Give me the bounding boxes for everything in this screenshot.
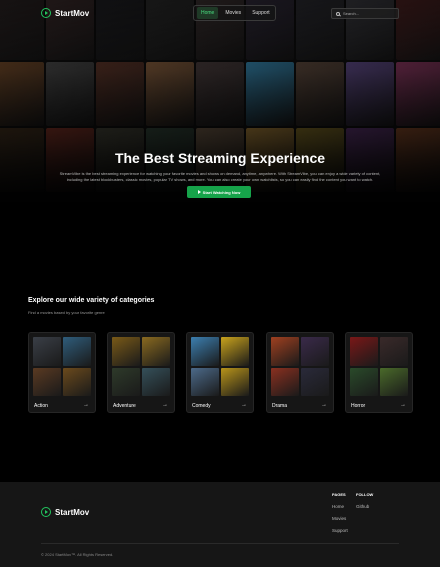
category-card-drama[interactable]: Drama → [266,332,334,413]
thumbnail [350,367,378,396]
search-input[interactable]: Search... [331,8,399,19]
footer-logo[interactable]: StartMov [41,507,89,517]
category-thumbnails [271,337,329,396]
nav-link-support[interactable]: Support [248,7,274,19]
nav-link-movies[interactable]: Movies [221,7,245,19]
footer-link-support[interactable]: Support [332,528,348,533]
category-thumbnails [350,337,408,396]
thumbnail [112,337,140,366]
thumbnail [221,337,249,366]
category-card-adventure[interactable]: Adventure → [107,332,175,413]
footer-link-movies[interactable]: Movies [332,516,346,521]
category-thumbnails [112,337,170,396]
thumbnail [142,337,170,366]
search-placeholder: Search... [343,11,360,16]
hero-title: The Best Streaming Experience [114,150,326,166]
thumbnail [380,337,408,366]
footer-link-github[interactable]: Github [356,504,369,509]
category-label: Adventure [113,403,136,409]
brand-name: StartMov [55,8,90,18]
play-icon [197,190,201,194]
thumbnail [301,337,329,366]
brand-name: StartMov [55,507,90,517]
category-card-horror[interactable]: Horror → [345,332,413,413]
thumbnail [221,367,249,396]
search-icon [336,11,340,16]
category-label: Horror [351,403,366,409]
category-label: Comedy [192,403,211,409]
category-label: Drama [272,403,288,409]
thumbnail [271,367,299,396]
hero: StartMov Home Movies Support Search... T… [0,0,440,202]
category-label: Action [34,403,48,409]
navbar: StartMov Home Movies Support Search... [0,0,440,27]
thumbnail [33,337,61,366]
arrow-right-icon: → [241,402,247,408]
nav-link-home[interactable]: Home [197,7,219,19]
categories-title: Explore our wide variety of categories [28,297,155,304]
footer-link-home[interactable]: Home [332,504,344,509]
category-thumbnails [191,337,249,396]
footer-pages-title: PAGES [332,492,346,497]
start-watching-label: Start Watching Now [202,189,241,195]
footer-follow-title: FOLLOW [356,492,374,497]
thumbnail [301,367,329,396]
thumbnail [63,367,91,396]
category-card-comedy[interactable]: Comedy → [186,332,254,413]
arrow-right-icon: → [321,402,327,408]
nav-menu: Home Movies Support [193,5,276,21]
thumbnail [33,367,61,396]
category-thumbnails [33,337,91,396]
thumbnail [271,337,299,366]
thumbnail [112,367,140,396]
arrow-right-icon: → [400,402,406,408]
play-circle-icon [41,507,51,517]
footer: StartMov PAGES Home Movies Support FOLLO… [0,482,440,567]
thumbnail [380,367,408,396]
thumbnail [350,337,378,366]
hero-description: StreamVibe is the best streaming experie… [59,171,381,182]
copyright: © 2024 StartMov™. All Rights Reserved. [41,552,114,557]
arrow-right-icon: → [162,402,168,408]
thumbnail [191,337,219,366]
categories-subtitle: Find a movies based by your favorite gen… [28,310,105,315]
thumbnail [142,367,170,396]
category-card-action[interactable]: Action → [28,332,96,413]
thumbnail [63,337,91,366]
thumbnail [191,367,219,396]
play-circle-icon [41,8,51,18]
start-watching-button[interactable]: Start Watching Now [187,186,251,198]
logo[interactable]: StartMov [41,8,89,18]
footer-divider [41,543,399,544]
arrow-right-icon: → [83,402,89,408]
